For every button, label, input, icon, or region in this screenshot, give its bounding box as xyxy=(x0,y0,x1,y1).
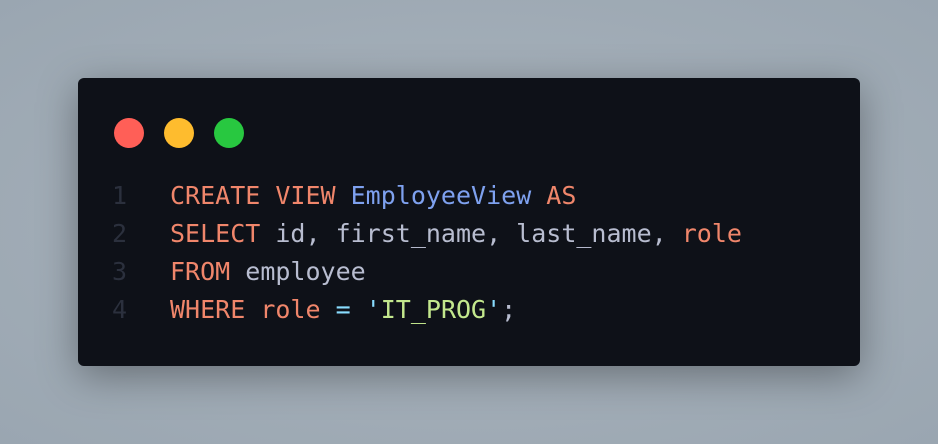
code-token-operator: ' xyxy=(486,295,502,324)
minimize-dot-icon xyxy=(164,118,194,148)
code-block: 1 CREATE VIEW EmployeeView AS 2 SELECT id, … xyxy=(112,177,742,329)
code-token-keyword: role xyxy=(260,295,336,324)
code-token-keyword: role xyxy=(681,219,742,248)
code-token-keyword: SELECT xyxy=(170,219,276,248)
maximize-dot-icon xyxy=(214,118,244,148)
code-token-keyword: FROM xyxy=(170,257,246,286)
code-token-keyword: AS xyxy=(531,181,577,210)
line-number: 2 xyxy=(112,219,128,248)
code-line: 4 WHERE role = ' IT_PROG '; xyxy=(112,291,742,329)
code-line: 1 CREATE VIEW EmployeeView AS xyxy=(112,177,742,215)
code-token-keyword: CREATE VIEW xyxy=(170,181,351,210)
code-token-keyword: WHERE xyxy=(170,295,261,324)
code-token-plain: ; xyxy=(501,295,517,324)
code-token-plain: id, first_name, last_name, xyxy=(275,219,682,248)
code-line: 3 FROM employee xyxy=(112,253,742,291)
code-token-identifier: EmployeeView xyxy=(350,181,532,210)
code-token-string: IT_PROG xyxy=(380,295,487,324)
code-token-operator: ' xyxy=(365,295,381,324)
line-number: 4 xyxy=(112,295,128,324)
code-token-operator: = xyxy=(335,295,366,324)
code-token-plain: employee xyxy=(245,257,366,286)
code-line: 2 SELECT id, first_name, last_name, role xyxy=(112,215,742,253)
close-dot-icon xyxy=(114,118,144,148)
line-number: 1 xyxy=(112,181,128,210)
code-window: 1 CREATE VIEW EmployeeView AS 2 SELECT id, … xyxy=(78,78,860,366)
line-number: 3 xyxy=(112,257,128,286)
